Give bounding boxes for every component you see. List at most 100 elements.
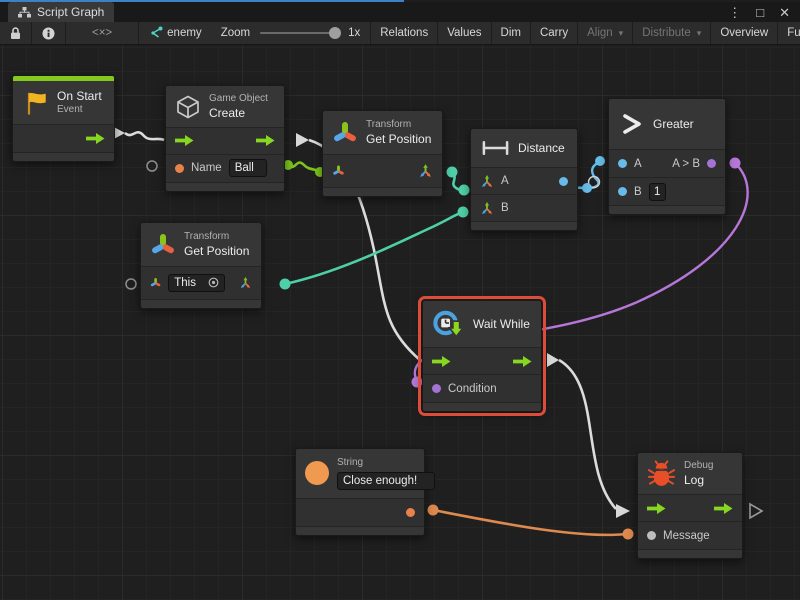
unconnected-flow-stub-debuglog[interactable] [750,504,762,518]
wire-getposition-a-to-distance-a[interactable] [447,167,470,196]
dim-button[interactable]: Dim [491,22,530,44]
node-footer [609,205,725,214]
node-get-position-this[interactable]: Transform Get Position This [140,222,262,309]
node-title: String [337,457,435,470]
flow-input-port[interactable] [432,356,451,367]
node-category: Debug [684,460,713,473]
flow-output-port[interactable] [513,356,532,367]
node-title: Greater [653,117,694,131]
node-string-literal[interactable]: String [295,448,425,536]
transform-icon [332,119,358,146]
condition-input-port[interactable] [432,384,441,393]
transform-icon [150,231,176,258]
graph-breadcrumb[interactable]: enemy [139,22,211,44]
port-label: Condition [448,383,497,395]
result-output-port[interactable] [707,159,716,168]
greater-icon [619,111,645,137]
zoom-control: Zoom 1x [211,22,371,44]
target-value-field[interactable]: This [168,274,225,292]
node-title: Create [209,106,268,121]
node-wait-while[interactable]: Wait While Condition [422,300,542,412]
node-footer [423,402,541,411]
name-value-field[interactable] [229,159,267,177]
flow-input-port[interactable] [647,503,666,514]
wait-while-icon [432,308,465,340]
graph-node-icon [148,26,163,40]
zoom-slider[interactable] [260,32,338,34]
node-get-position-ball[interactable]: Transform Get Position [322,110,443,197]
menu-icon[interactable]: ⋮ [728,6,741,19]
node-gameobject-create[interactable]: Game Object Create Name [165,85,285,192]
zoom-slider-handle[interactable] [329,27,341,39]
node-footer [296,526,424,535]
wire-waitwhile-to-debuglog[interactable] [547,353,630,518]
transform-input-port[interactable] [332,164,345,177]
node-footer [13,152,114,161]
info-icon [42,27,55,40]
align-button[interactable]: Align▾ [577,22,632,44]
tab-script-graph[interactable]: Script Graph [8,2,114,22]
distance-icon [481,140,510,156]
unconnected-input-stub-getposition[interactable] [126,279,136,289]
flag-icon [22,90,49,116]
vector3-input-port-b[interactable] [480,201,494,215]
port-label: B [501,202,509,214]
full-screen-button[interactable]: Full Screen [777,22,800,44]
relations-button[interactable]: Relations [370,22,437,44]
vector3-output-port[interactable] [418,163,433,178]
tab-title: Script Graph [37,5,104,19]
close-icon[interactable]: ✕ [779,6,790,19]
input-port-b[interactable] [618,187,627,196]
code-preview-button[interactable]: <×> [66,22,139,44]
node-footer [323,187,442,196]
values-button[interactable]: Values [437,22,490,44]
b-value-field[interactable] [649,183,666,201]
chevron-down-icon: ▾ [697,28,702,39]
node-distance[interactable]: Distance A B [470,128,578,231]
distribute-button[interactable]: Distribute▾ [632,22,710,44]
wire-onstart-to-create[interactable] [112,126,164,140]
flow-output-port[interactable] [86,133,105,144]
carry-button[interactable]: Carry [530,22,577,44]
string-output-port[interactable] [406,508,415,517]
overview-button[interactable]: Overview [710,22,777,44]
node-title: Get Position [184,244,249,259]
node-footer [166,182,284,191]
node-category: Transform [366,119,431,132]
node-category: Game Object [209,93,268,106]
node-category: Transform [184,231,249,244]
node-title: Distance [518,141,565,155]
port-label: Message [663,530,710,542]
message-input-port[interactable] [647,531,656,540]
node-debug-log[interactable]: Debug Log Message [637,452,743,559]
graph-canvas[interactable]: On Start Event Game Object Create [0,45,800,600]
zoom-label: Zoom [221,27,250,39]
vector3-output-port[interactable] [239,275,252,290]
node-footer [141,299,261,308]
maximize-icon[interactable]: □ [756,6,764,19]
node-on-start-event[interactable]: On Start Event [12,75,115,162]
vector3-input-port-a[interactable] [480,174,494,188]
object-picker-icon[interactable] [208,277,219,288]
inspect-button[interactable] [32,22,66,44]
port-label: Name [191,162,222,174]
script-graph-icon [18,7,31,18]
flow-output-port[interactable] [256,135,275,146]
wire-string-to-message[interactable] [428,505,634,540]
lock-button[interactable] [0,22,32,44]
transform-input-port[interactable] [150,276,161,289]
node-title: On Start [57,89,102,104]
name-input-port[interactable] [175,164,184,173]
flow-output-port[interactable] [714,503,733,514]
wire-create-to-getposition[interactable] [283,160,325,177]
unconnected-input-stub-create[interactable] [147,161,157,171]
bug-icon [647,460,676,488]
script-graph-window: Script Graph ⋮ □ ✕ <×> [0,0,800,600]
zoom-value: 1x [348,27,360,39]
distance-output-port[interactable] [559,177,568,186]
input-port-a[interactable] [618,159,627,168]
node-greater[interactable]: Greater A A > B B [608,98,726,215]
flow-input-port[interactable] [175,135,194,146]
node-subtitle: Event [57,104,102,117]
string-value-field[interactable] [337,472,435,490]
